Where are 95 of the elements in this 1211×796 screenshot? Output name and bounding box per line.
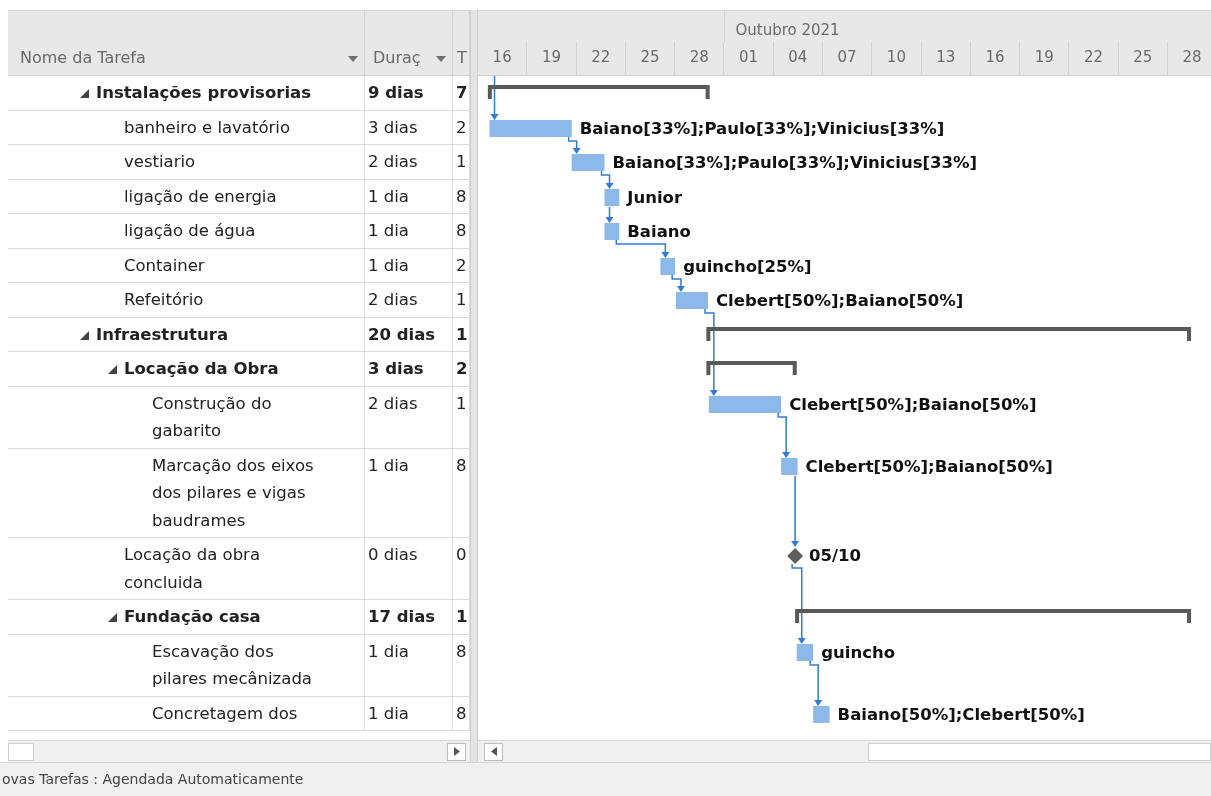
timescale-label: 22 [576,42,626,75]
column-header[interactable]: Duraç [365,11,453,75]
task-name: Container [124,254,205,277]
duration-cell: 17 dias [365,600,453,635]
duration-cell: 1 dia [365,214,453,249]
task-name: Fundação casa [124,606,261,628]
duration-cell: 2 dias [365,386,453,449]
summary-bar[interactable] [706,327,1192,341]
task-name: Marcação dos eixos dos pilares e vigas baudrames [152,454,315,532]
task-bar[interactable] [660,258,676,275]
resource-label: Baiano[33%];Paulo[33%];Vinicius[33%] [612,153,978,172]
task-name: Escavação dos pilares mecânizada [152,640,313,690]
pane-splitter[interactable] [470,10,478,762]
timescale-label: 22 [1069,42,1119,75]
duration-cell: 3 dias [365,110,453,145]
connector-line [600,170,611,181]
dropdown-icon [436,56,446,62]
column-header[interactable]: Nome da Tarefa [8,11,365,75]
connector-line [794,475,796,539]
milestone-diamond[interactable] [787,548,804,564]
task-bar[interactable] [676,292,708,309]
summary-bar[interactable] [487,85,710,99]
task-name: Refeitório [124,289,204,311]
duration-cell: 1 dia [365,248,453,283]
task-name: Instalações provisorias [96,82,311,104]
task-bar[interactable] [796,644,814,661]
resource-label: Clebert[50%];Baiano[50%] [716,291,964,310]
dropdown-icon [348,56,358,62]
duration-cell: 1 dia [365,448,453,538]
timescale-label: 13 [921,42,971,75]
duration-cell: 0 dias [365,538,453,600]
timescale-label: 04 [773,42,823,75]
resource-label: Clebert[50%];Baiano[50%] [805,457,1053,476]
duration-cell: 3 dias [365,352,453,387]
task-bar[interactable] [604,223,620,240]
duration-cell: 1 dia [365,634,453,697]
status-bar: ovas Tarefas : Agendada Automaticamente [0,762,1211,796]
task-name: Locação da Obra [124,358,279,380]
timescale-label: 25 [625,42,676,75]
timescale-label: Outubro 2021 [724,11,840,42]
resource-label: Baiano [627,222,691,241]
task-name: Locação da obra concluida [124,544,261,594]
resource-label: Baiano[50%];Clebert[50%] [837,705,1085,724]
timescale-label: 01 [724,42,774,75]
duration-cell: 20 dias [365,317,453,352]
horizontal-scrollbar[interactable] [478,740,1211,762]
task-name: Concretagem dos [152,702,298,725]
duration-cell: 1 dia [365,696,453,731]
duration-cell: 1 dia [365,179,453,214]
resource-label: 05/10 [809,546,862,565]
timescale-label: 19 [527,42,577,75]
connector-line [567,136,578,146]
timescale-label: 07 [822,42,873,75]
scrollbar-thumb[interactable] [868,742,1211,761]
horizontal-scrollbar[interactable] [8,740,470,762]
task-bar[interactable] [571,154,605,171]
resource-label: guincho[25%] [683,257,812,276]
timescale-label: 10 [872,42,922,75]
timescale-label: 16 [478,42,528,75]
task-bar[interactable] [781,458,798,475]
timescale-label: 28 [675,42,725,75]
scrollbar-thumb[interactable] [8,742,34,761]
collapse-icon[interactable] [108,365,117,374]
task-bar[interactable] [604,189,620,206]
task-name: Infraestrutura [96,323,229,346]
timescale-label: 25 [1118,42,1168,75]
timescale-label: 16 [970,42,1021,75]
duration-cell: 9 dias [365,76,453,111]
task-bar[interactable] [813,706,830,723]
task-name: vestiario [124,151,196,173]
right-arrow-icon [453,747,460,756]
connector-line [809,660,819,698]
timescale-label: 28 [1167,42,1211,75]
task-bar[interactable] [708,396,782,413]
resource-label: Baiano[33%];Paulo[33%];Vinicius[33%] [579,119,945,138]
task-bar[interactable] [489,120,572,137]
task-name: Construção do gabarito [152,392,273,442]
connector-line [615,239,667,250]
task-name: banheiro e lavatório [124,116,290,139]
summary-bar[interactable] [706,361,797,375]
connector-line [777,412,787,450]
resource-label: guincho [821,643,895,662]
timescale-label: 19 [1020,42,1070,75]
duration-cell: 2 dias [365,145,453,180]
duration-cell: 2 dias [365,283,453,318]
collapse-icon[interactable] [80,89,89,98]
collapse-icon[interactable] [80,330,89,340]
task-name: ligação de energia [124,185,277,208]
collapse-icon[interactable] [108,613,117,622]
task-name: ligação de água [124,220,256,242]
connector-line [671,274,682,284]
summary-bar[interactable] [795,609,1192,623]
resource-label: Junior [627,188,683,207]
resource-label: Clebert[50%];Baiano[50%] [789,395,1037,414]
left-arrow-icon [490,747,497,756]
